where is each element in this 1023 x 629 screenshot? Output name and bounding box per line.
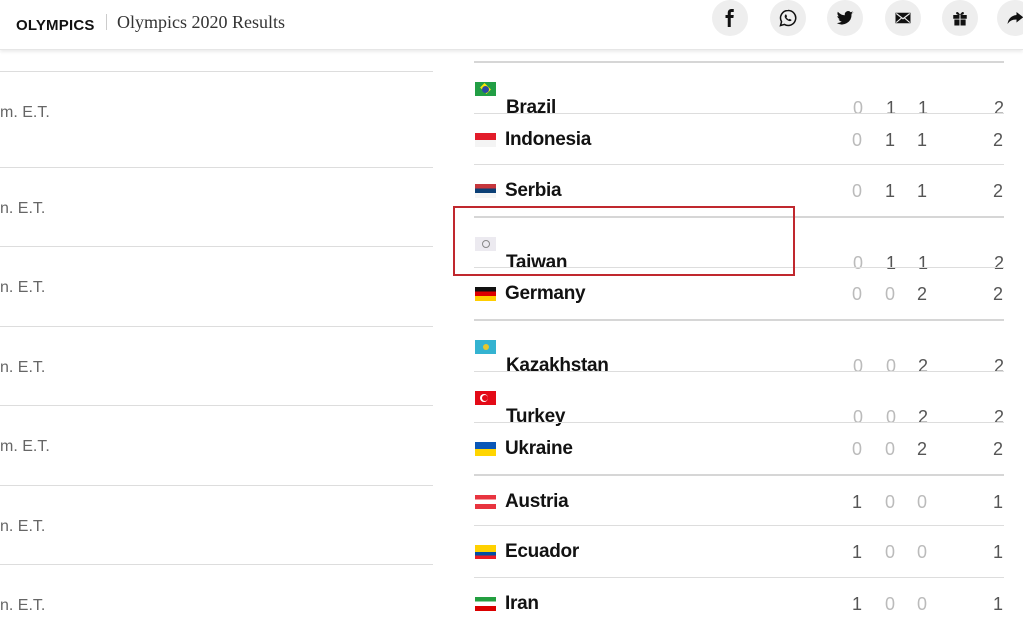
event-time: n. E.T.	[0, 200, 46, 217]
table-row: Indonesia 0 1 1 2	[474, 112, 1004, 165]
row-divider	[0, 564, 433, 565]
country-name[interactable]: Ecuador	[505, 541, 579, 563]
bronze-count: 0	[916, 594, 927, 614]
flag-ecuador-icon	[475, 545, 496, 560]
gold-count: 1	[851, 491, 862, 512]
event-time: m. E.T.	[0, 104, 50, 121]
table-row: Ukraine 0 0 2 2	[474, 422, 1004, 474]
email-icon	[894, 9, 912, 27]
table-row: Brazil 0 1 1 2	[474, 61, 1004, 118]
event-time: n. E.T.	[0, 597, 46, 614]
country-name[interactable]: Germany	[505, 283, 586, 305]
row-divider	[0, 405, 433, 406]
row-divider	[0, 167, 433, 168]
total-count: 2	[992, 284, 1003, 305]
gold-count: 1	[851, 542, 862, 563]
country-name[interactable]: Ukraine	[505, 438, 573, 460]
silver-count: 0	[884, 594, 895, 614]
share-icon	[1006, 9, 1023, 27]
gold-count: 0	[851, 439, 862, 460]
row-divider	[0, 246, 433, 247]
silver-count: 0	[884, 439, 895, 460]
flag-brazil-icon: Brazil 0 1 1 2	[475, 82, 1004, 118]
event-time: n. E.T.	[0, 518, 46, 535]
total-count: 2	[992, 439, 1003, 460]
highlight-box	[453, 206, 795, 276]
flag-iran-icon	[475, 597, 496, 611]
total-count: 2	[992, 129, 1003, 150]
twitter-icon	[836, 9, 854, 27]
table-row: Ecuador 1 0 0 1	[474, 525, 1004, 577]
flag-indonesia-icon	[475, 132, 496, 147]
gold-count: 0	[851, 129, 862, 150]
table-row: Iran 1 0 0 1	[474, 577, 1004, 629]
flag-serbia-icon	[475, 184, 496, 199]
event-time: n. E.T.	[0, 359, 46, 376]
table-row: Kazakhstan 0 0 2 2	[474, 319, 1004, 376]
silver-count: 0	[884, 284, 895, 305]
row-divider	[0, 326, 433, 327]
section-label[interactable]: OLYMPICS	[16, 17, 95, 34]
row-divider	[0, 71, 433, 72]
silver-count: 0	[884, 542, 895, 563]
silver-count: 1	[884, 181, 895, 202]
gift-icon	[951, 9, 969, 27]
country-name[interactable]: Indonesia	[505, 129, 591, 151]
email-share-button[interactable]	[885, 0, 921, 36]
bronze-count: 0	[916, 542, 927, 563]
row-divider	[0, 485, 433, 486]
gift-share-button[interactable]	[942, 0, 978, 36]
top-bar: OLYMPICS Olympics 2020 Results	[0, 0, 1023, 50]
share-share-button[interactable]	[997, 0, 1023, 36]
total-count: 1	[992, 491, 1003, 512]
total-count: 1	[992, 594, 1003, 614]
table-row: Austria 1 0 0 1	[474, 473, 1004, 526]
silver-count: 1	[884, 129, 895, 150]
bronze-count: 1	[916, 181, 927, 202]
gold-count: 0	[851, 284, 862, 305]
flag-kazakhstan-icon: Kazakhstan 0 0 2 2	[475, 340, 1004, 376]
bronze-count: 2	[916, 439, 927, 460]
facebook-icon	[721, 9, 739, 27]
whatsapp-icon	[779, 9, 797, 27]
bronze-count: 0	[916, 491, 927, 512]
flag-ukraine-icon	[475, 442, 496, 457]
country-name[interactable]: Serbia	[505, 180, 562, 202]
country-name[interactable]: Iran	[505, 593, 539, 615]
bronze-count: 2	[916, 284, 927, 305]
page-title: Olympics 2020 Results	[117, 12, 286, 32]
gold-count: 1	[851, 594, 862, 614]
flag-turkey-icon: Turkey 0 0 2 2	[475, 390, 1004, 427]
total-count: 1	[992, 542, 1003, 563]
table-row: Turkey 0 0 2 2	[474, 370, 1004, 427]
flag-austria-icon	[475, 494, 496, 509]
facebook-share-button[interactable]	[712, 0, 748, 36]
divider	[106, 14, 107, 30]
flag-germany-icon	[475, 287, 496, 302]
silver-count: 0	[884, 491, 895, 512]
event-time: m. E.T.	[0, 438, 50, 455]
gold-count: 0	[851, 181, 862, 202]
bronze-count: 1	[916, 129, 927, 150]
total-count: 2	[992, 181, 1003, 202]
whatsapp-share-button[interactable]	[770, 0, 806, 36]
twitter-share-button[interactable]	[827, 0, 863, 36]
country-name[interactable]: Austria	[505, 491, 569, 513]
event-time: n. E.T.	[0, 279, 46, 296]
